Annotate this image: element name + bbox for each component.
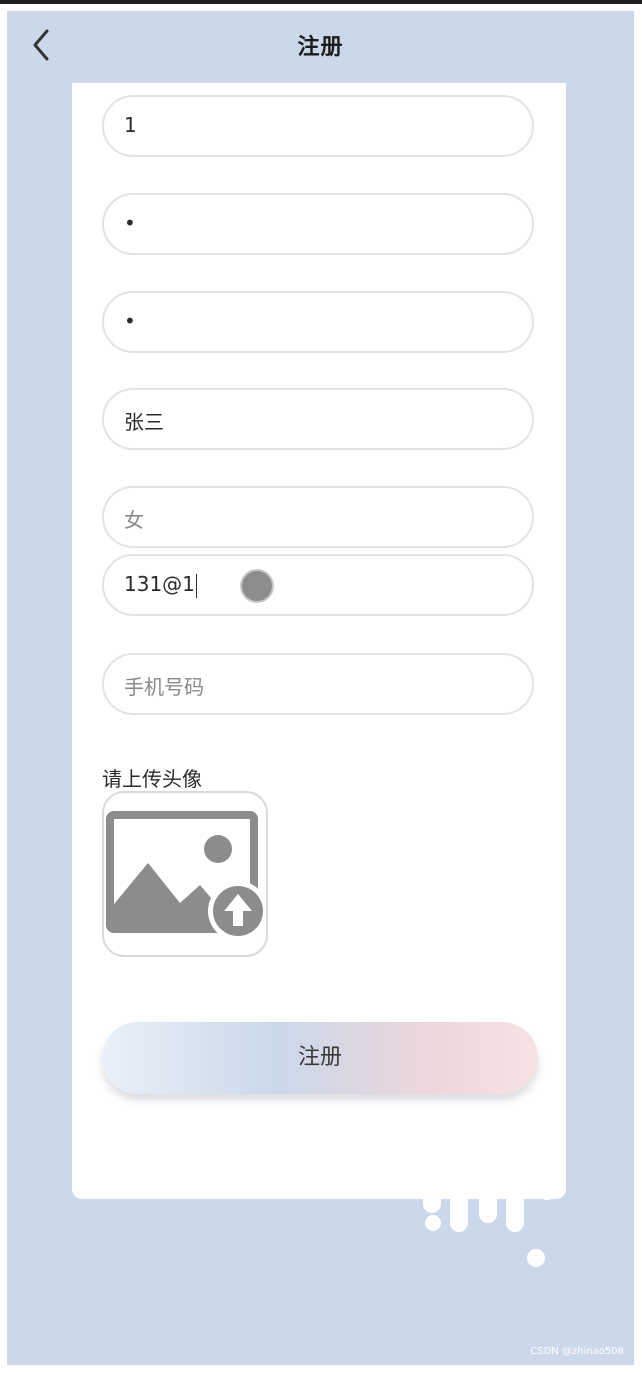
name-field[interactable]: 张三: [102, 388, 534, 450]
page-title: 注册: [297, 35, 344, 60]
account-field[interactable]: 1: [102, 95, 534, 157]
register-button[interactable]: 注册: [102, 1022, 538, 1094]
email-field[interactable]: 131@1: [102, 554, 534, 616]
name-value: 张三: [124, 410, 164, 434]
confirm-password-value: •: [124, 309, 136, 333]
image-upload-icon: [106, 811, 266, 941]
gender-placeholder: 女: [124, 508, 144, 532]
register-screen: 注册 1 • • 张三 女 131@1 手机号码 请上传头像 注册 CSDN @…: [7, 11, 634, 1365]
top-strip: [0, 0, 642, 4]
register-form-card: 1 • • 张三 女 131@1 手机号码 请上传头像 注册: [72, 83, 566, 1199]
confirm-password-field[interactable]: •: [102, 291, 534, 353]
email-value: 131@1: [124, 572, 195, 596]
phone-placeholder: 手机号码: [124, 675, 204, 699]
text-caret: [195, 573, 197, 598]
decorative-bubbles: [402, 1141, 556, 1267]
password-field[interactable]: •: [102, 193, 534, 255]
phone-field[interactable]: 手机号码: [102, 653, 534, 715]
email-value-wrap: 131@1: [124, 572, 197, 598]
account-value: 1: [124, 113, 137, 137]
touch-cursor-icon: [240, 569, 274, 603]
upload-avatar-label: 请上传头像: [102, 767, 202, 791]
gender-field[interactable]: 女: [102, 486, 534, 548]
watermark: CSDN @zhinao508: [530, 1346, 624, 1357]
password-value: •: [124, 211, 136, 235]
avatar-upload-box[interactable]: [102, 791, 268, 957]
